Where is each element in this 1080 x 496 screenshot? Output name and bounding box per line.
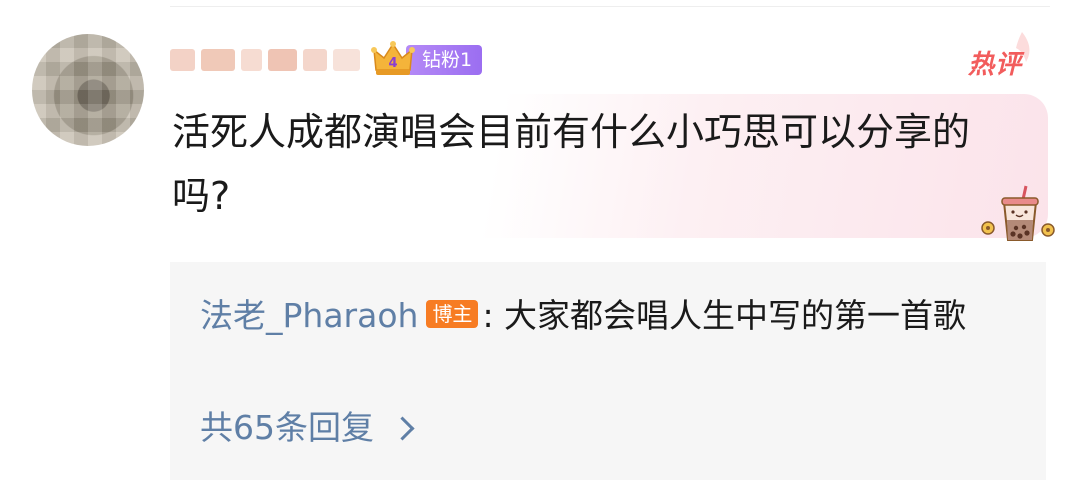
comment-card: 4 钻粉1 热评 活死人成都演唱会目前有什么小巧思可以分享的吗? 法老_Phar… bbox=[0, 0, 1080, 496]
fan-badge-label: 钻粉1 bbox=[406, 45, 483, 75]
reply-count-label: 共65条回复 bbox=[200, 408, 374, 447]
divider bbox=[170, 6, 1050, 7]
fan-level-digit: 4 bbox=[388, 56, 397, 71]
hot-comment-tag: 热评 bbox=[968, 32, 1034, 84]
reply-separator: : bbox=[482, 296, 505, 335]
reply-text: 大家都会唱人生中写的第一首歌 bbox=[504, 296, 967, 335]
avatar[interactable] bbox=[32, 34, 144, 146]
reply-author-name[interactable]: 法老_Pharaoh bbox=[200, 296, 418, 335]
comment-text[interactable]: 活死人成都演唱会目前有什么小巧思可以分享的吗? bbox=[172, 100, 1022, 228]
hot-comment-label: 热评 bbox=[968, 50, 1023, 80]
view-all-replies-link[interactable]: 共65条回复 bbox=[200, 400, 415, 456]
crown-icon: 4 bbox=[371, 41, 415, 75]
reply-line: 法老_Pharaoh 博主: 大家都会唱人生中写的第一首歌 bbox=[200, 288, 1000, 344]
fan-level-badge[interactable]: 4 钻粉1 bbox=[370, 40, 483, 80]
username-redacted[interactable] bbox=[170, 46, 360, 74]
chevron-right-icon bbox=[390, 415, 415, 441]
boba-tea-sticker-icon bbox=[981, 185, 1055, 241]
reply-preview[interactable]: 法老_Pharaoh 博主: 大家都会唱人生中写的第一首歌 共65条回复 bbox=[170, 262, 1046, 480]
blogger-badge: 博主 bbox=[426, 300, 479, 328]
